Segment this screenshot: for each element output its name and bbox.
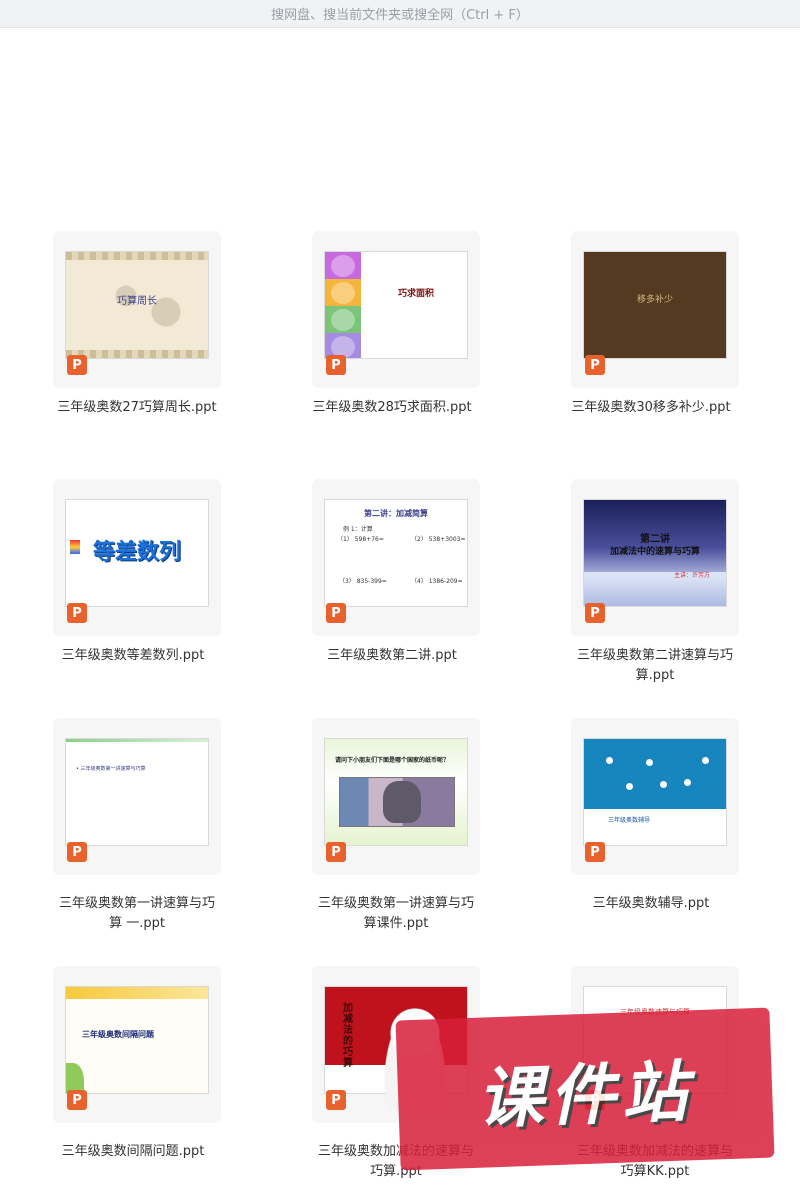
thumb-title: 巧求面积 <box>397 289 434 299</box>
file-name[interactable]: 三年级奥数间隔问题.ppt <box>33 1142 233 1162</box>
watermark-text: 课件站 <box>475 1053 695 1138</box>
thumb-title: 巧算周长 <box>117 296 157 307</box>
ppt-icon: P <box>326 1090 346 1110</box>
thumb-title: 三年级奥数辅导 <box>608 817 651 824</box>
file-thumbnail: 移多补少 <box>583 251 727 359</box>
file-card[interactable]: 三年级奥数间隔问题 P <box>53 966 221 1123</box>
file-card[interactable]: 巧算周长 P <box>53 231 221 388</box>
thumb-title: 加减法的巧算 <box>343 1003 353 1069</box>
thumb-line: （2） 538+3003= <box>411 536 466 543</box>
file-name[interactable]: 三年级奥数第一讲速算与巧算课件.ppt <box>312 894 480 934</box>
ppt-icon: P <box>326 355 346 375</box>
ppt-icon: P <box>585 603 605 623</box>
file-card[interactable]: 第二讲 加减法中的速算与巧算 主讲：许芳方 P <box>571 479 739 636</box>
thumb-author: 主讲：许芳方 <box>673 572 710 579</box>
file-name[interactable]: 三年级奥数27巧算周长.ppt <box>37 398 237 418</box>
ppt-icon: P <box>67 842 87 862</box>
thumb-title: 第二讲 <box>640 534 670 545</box>
file-name[interactable]: 三年级奥数第一讲速算与巧算 一.ppt <box>53 894 221 934</box>
file-card[interactable]: 巧求面积 P <box>312 231 480 388</box>
thumb-title: 三年级奥数间隔问题 <box>82 1030 154 1039</box>
file-name[interactable]: 三年级奥数第二讲.ppt <box>292 646 492 666</box>
file-name[interactable]: 三年级奥数第二讲速算与巧算.ppt <box>571 646 739 686</box>
file-name[interactable]: 三年级奥数30移多补少.ppt <box>551 398 751 418</box>
file-card[interactable]: • 三年级奥数第一讲速算与巧算 P <box>53 718 221 875</box>
thumb-subtitle: 加减法中的速算与巧算 <box>609 547 700 557</box>
file-thumbnail: 三年级奥数间隔问题 <box>65 986 209 1094</box>
thumb-title: 移多补少 <box>636 295 673 305</box>
ppt-icon: P <box>67 1090 87 1110</box>
file-thumbnail: • 三年级奥数第一讲速算与巧算 <box>65 738 209 846</box>
thumb-title: 第二讲：加减简算 <box>364 508 428 518</box>
thumb-title: 请问下小朋友们下面是哪个国家的纸币呢？ <box>335 757 450 764</box>
file-thumbnail: 巧求面积 <box>324 251 468 359</box>
thumb-line: （4） 1386-209= <box>411 578 463 585</box>
file-card[interactable]: 请问下小朋友们下面是哪个国家的纸币呢？ P <box>312 718 480 875</box>
file-name[interactable]: 三年级奥数辅导.ppt <box>551 894 751 914</box>
file-card[interactable]: 等差数列 P <box>53 479 221 636</box>
file-thumbnail: 等差数列 <box>65 499 209 607</box>
watermark-logo: 课件站 <box>395 1007 775 1171</box>
ppt-icon: P <box>585 842 605 862</box>
thumb-line: （3） 835-399= <box>339 578 387 585</box>
file-card[interactable]: 第二讲：加减简算 例 1：计算 （1） 598+76= （2） 538+3003… <box>312 479 480 636</box>
file-thumbnail: 第二讲 加减法中的速算与巧算 主讲：许芳方 <box>583 499 727 607</box>
file-thumbnail: 请问下小朋友们下面是哪个国家的纸币呢？ <box>324 738 468 846</box>
thumb-line: （1） 598+76= <box>337 536 384 543</box>
thumb-title: • 三年级奥数第一讲速算与巧算 <box>76 766 146 772</box>
file-name[interactable]: 三年级奥数28巧求面积.ppt <box>292 398 492 418</box>
file-name[interactable]: 三年级奥数等差数列.ppt <box>33 646 233 666</box>
ppt-icon: P <box>67 355 87 375</box>
thumb-line: 例 1：计算 <box>343 526 373 533</box>
ppt-icon: P <box>67 603 87 623</box>
file-card[interactable]: 移多补少 P <box>571 231 739 388</box>
file-thumbnail: 巧算周长 <box>65 251 209 359</box>
ppt-icon: P <box>326 842 346 862</box>
ppt-icon: P <box>326 603 346 623</box>
file-card[interactable]: 三年级奥数辅导 P <box>571 718 739 875</box>
file-thumbnail: 三年级奥数辅导 <box>583 738 727 846</box>
file-thumbnail: 第二讲：加减简算 例 1：计算 （1） 598+76= （2） 538+3003… <box>324 499 468 607</box>
ppt-icon: P <box>585 355 605 375</box>
thumb-title: 等差数列 <box>92 539 181 565</box>
